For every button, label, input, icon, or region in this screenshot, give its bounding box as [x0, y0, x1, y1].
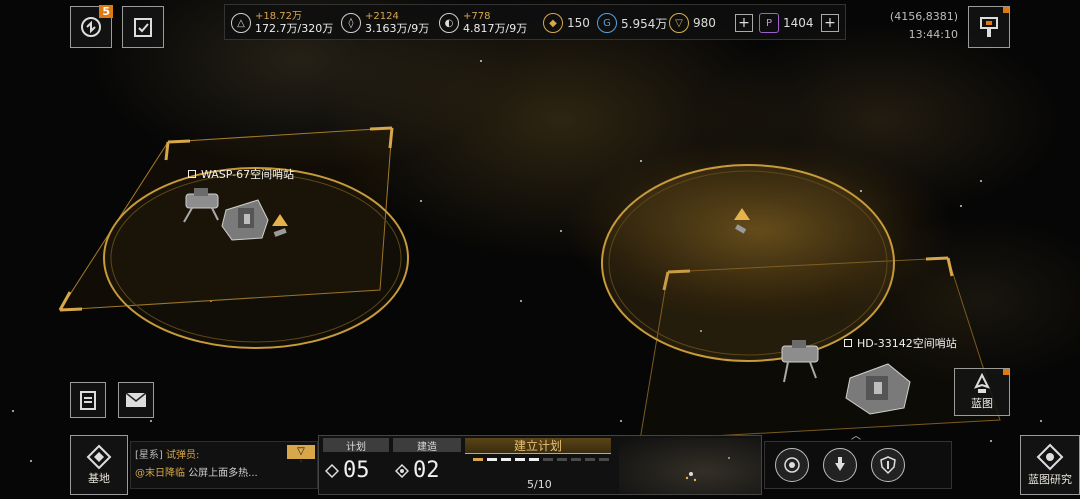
- zone-ring-right[interactable]: [601, 164, 895, 362]
- cycle-icon: G: [597, 13, 617, 33]
- currency-diamond[interactable]: ◆ 150: [543, 5, 590, 41]
- notification-dot: [1003, 7, 1009, 13]
- crystal-icon: ◊: [341, 13, 361, 33]
- notification-dot: [1003, 369, 1009, 375]
- down-arrow-icon: [835, 457, 845, 471]
- progress-dash: [571, 458, 581, 461]
- alerts-badge: 5: [99, 5, 113, 18]
- station-label-wasp[interactable]: WASP-67空间哨站: [188, 166, 294, 182]
- clock-text: 13:44:10: [908, 28, 958, 41]
- build-count-block[interactable]: 02: [395, 458, 440, 483]
- galaxy-icon: [784, 457, 800, 473]
- tab-plan[interactable]: 计划: [323, 438, 389, 453]
- download-button[interactable]: [823, 448, 857, 482]
- hexagon-icon: P: [759, 13, 779, 33]
- coordinate-readout: (4156,8381) 13:44:10: [890, 8, 958, 44]
- blueprint-research-label: 蓝图研究: [1028, 473, 1072, 486]
- currency-cycle-value: 5.954万: [621, 16, 668, 31]
- blueprint-research-button[interactable]: 蓝图研究: [1020, 435, 1080, 495]
- build-plan-panel: 计划 建造 05 02 建立计划 5/10: [318, 435, 762, 495]
- action-buttons: [764, 441, 952, 489]
- currency-hexagon[interactable]: P 1404: [759, 5, 814, 41]
- progress-count: 5/10: [527, 478, 552, 491]
- currency-badge-value: 980: [693, 16, 716, 30]
- location-pin-button[interactable]: [968, 6, 1010, 48]
- square-icon: [188, 170, 196, 178]
- station-name-wasp: WASP-67空间哨站: [201, 168, 295, 181]
- cycle-alert-icon: [81, 17, 101, 37]
- pin-icon: [980, 17, 998, 37]
- chat-message: 公屏上面多热...: [188, 468, 258, 479]
- resource-gas-amount: 4.817万/9万: [463, 22, 528, 35]
- blueprint-label: 蓝图: [971, 397, 993, 410]
- envelope-icon: [125, 392, 147, 407]
- coords-text: (4156,8381): [889, 10, 958, 23]
- plan-count: 05: [343, 458, 370, 483]
- plus-icon: +: [735, 14, 753, 32]
- station-name-hd: HD-33142空间哨站: [857, 337, 957, 350]
- triangle-icon: △: [231, 13, 251, 33]
- progress-dash: [515, 458, 525, 461]
- map-overlay: [58, 126, 1001, 441]
- resource-gas[interactable]: ◐ +778 4.817万/9万: [439, 5, 527, 41]
- currency-diamond-value: 150: [567, 16, 590, 30]
- gas-icon: ◐: [439, 13, 459, 33]
- shield-button[interactable]: [871, 448, 905, 482]
- galaxy-button[interactable]: [775, 448, 809, 482]
- progress-dash: [585, 458, 595, 461]
- build-plan-button[interactable]: 建立计划: [465, 438, 611, 454]
- alerts-button[interactable]: 5: [70, 5, 113, 48]
- resource-ore[interactable]: △ +18.72万 172.7万/320万: [231, 5, 333, 41]
- square-icon: [844, 339, 852, 347]
- build-count: 02: [413, 458, 440, 483]
- rocket-icon: [974, 373, 990, 393]
- chat-sender: 试弹员:: [166, 450, 200, 461]
- chat-mention: @末日降临: [135, 468, 185, 479]
- tasks-button[interactable]: [122, 6, 164, 48]
- currency-badge[interactable]: ▽ 980: [669, 5, 716, 41]
- currency-hexagon-value: 1404: [783, 16, 814, 30]
- progress-dash: [529, 458, 539, 461]
- resource-bar: △ +18.72万 172.7万/320万 ◊ +2124 3.163万/9万 ◐ …: [224, 4, 846, 40]
- blueprint-button[interactable]: 蓝图: [954, 368, 1010, 416]
- bottom-bar: 基地 [星系] 试弹员: @末日降临 公屏上面多热... ▽ 计划 建造 05 …: [70, 431, 1080, 499]
- station-label-hd[interactable]: HD-33142空间哨站: [844, 335, 957, 351]
- shield-icon: [880, 456, 896, 475]
- resource-crystal-amount: 3.163万/9万: [365, 22, 430, 35]
- plan-count-block[interactable]: 05: [325, 458, 370, 483]
- zone-ring-left[interactable]: [103, 167, 409, 349]
- progress-dash: [557, 458, 567, 461]
- chevron-up-icon[interactable]: ︿: [851, 427, 861, 442]
- checklist-icon: [134, 18, 152, 37]
- progress-dash: [501, 458, 511, 461]
- chat-panel[interactable]: [星系] 试弹员: @末日降临 公屏上面多热... ▽: [130, 441, 318, 489]
- minimap[interactable]: [619, 438, 761, 494]
- progress-dash: [543, 458, 553, 461]
- plus-icon: +: [821, 14, 839, 32]
- minimap-dots: [685, 457, 730, 482]
- plan-icon: [325, 463, 339, 478]
- currency-cycle[interactable]: G 5.954万: [597, 5, 667, 41]
- add-hexagon-button[interactable]: +: [821, 5, 839, 41]
- add-badge-button[interactable]: +: [735, 5, 753, 41]
- mail-button[interactable]: [118, 382, 154, 418]
- badge-icon: ▽: [669, 13, 689, 33]
- notes-button[interactable]: [70, 382, 106, 418]
- diamond-icon: ◆: [543, 13, 563, 33]
- build-icon: [395, 463, 409, 478]
- progress-dash: [599, 458, 609, 461]
- base-label: 基地: [88, 472, 110, 485]
- clipboard-icon: [80, 391, 96, 410]
- base-button[interactable]: 基地: [70, 435, 128, 495]
- blueprint-research-icon: [1036, 443, 1064, 471]
- tab-build[interactable]: 建造: [393, 438, 461, 453]
- chat-filter-icon[interactable]: ▽: [287, 445, 315, 459]
- progress-dash: [487, 458, 497, 461]
- resource-crystal[interactable]: ◊ +2124 3.163万/9万: [341, 5, 429, 41]
- resource-ore-amount: 172.7万/320万: [255, 22, 334, 35]
- base-diamond-icon: [86, 444, 112, 470]
- progress-dash: [473, 458, 483, 461]
- chat-channel: [星系]: [135, 450, 163, 461]
